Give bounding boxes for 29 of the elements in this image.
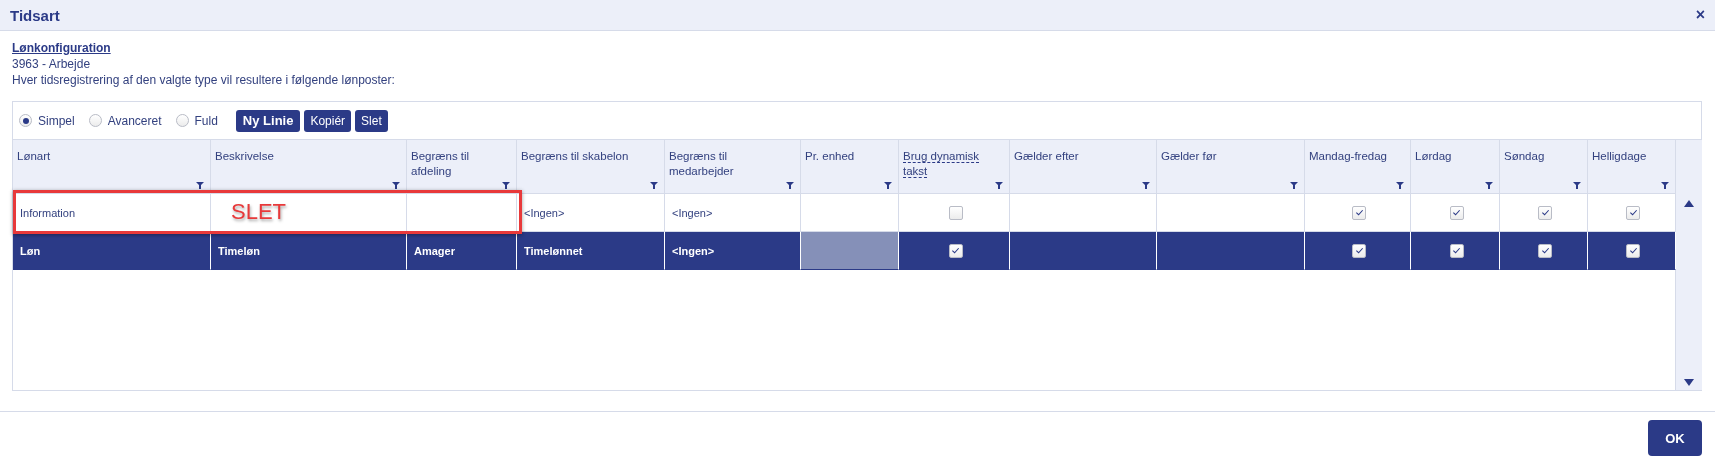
table-cell: <Ingen> [665,194,801,232]
toolbar-button[interactable]: Slet [355,109,388,132]
radio-label[interactable]: Avanceret [107,112,162,129]
table-cell: <Ingen> [665,232,801,270]
table-cell: Timeløn [211,232,407,270]
table-cell: Timelønnet [517,232,665,270]
column-header[interactable]: Gælder efter [1010,140,1157,194]
toolbar-button[interactable]: Ny Linie [235,109,301,132]
radio-label[interactable]: Fuld [194,112,218,129]
window-title: Tidsart [10,6,60,24]
column-header[interactable]: Helligdage [1588,140,1676,194]
column-header[interactable]: Søndag [1500,140,1588,194]
annotation-text: SLET [231,204,287,220]
column-header[interactable]: Brug dynamisk takst [899,140,1010,194]
column-header[interactable]: Gælder før [1157,140,1305,194]
close-button[interactable]: × [1695,6,1705,24]
column-header[interactable]: Lørdag [1411,140,1500,194]
column-header[interactable]: Begræns til medarbejder [665,140,801,194]
column-header[interactable]: Pr. enhed [801,140,899,194]
section-heading: Lønkonfiguration [12,41,111,55]
radio-label[interactable]: Simpel [38,112,75,129]
column-header[interactable]: Mandag-fredag [1305,140,1411,194]
column-header[interactable]: Begræns til skabelon [517,140,665,194]
description: Hver tidsregistrering af den valgte type vil resultere i følgende lønposter: [12,73,395,87]
subtitle: 3963 - Arbejde [12,57,91,71]
toolbar-button[interactable]: Kopiér [304,109,352,132]
table-cell: Amager [407,232,517,270]
table-cell: Løn [13,232,211,270]
ok-button[interactable]: OK [1648,420,1702,456]
